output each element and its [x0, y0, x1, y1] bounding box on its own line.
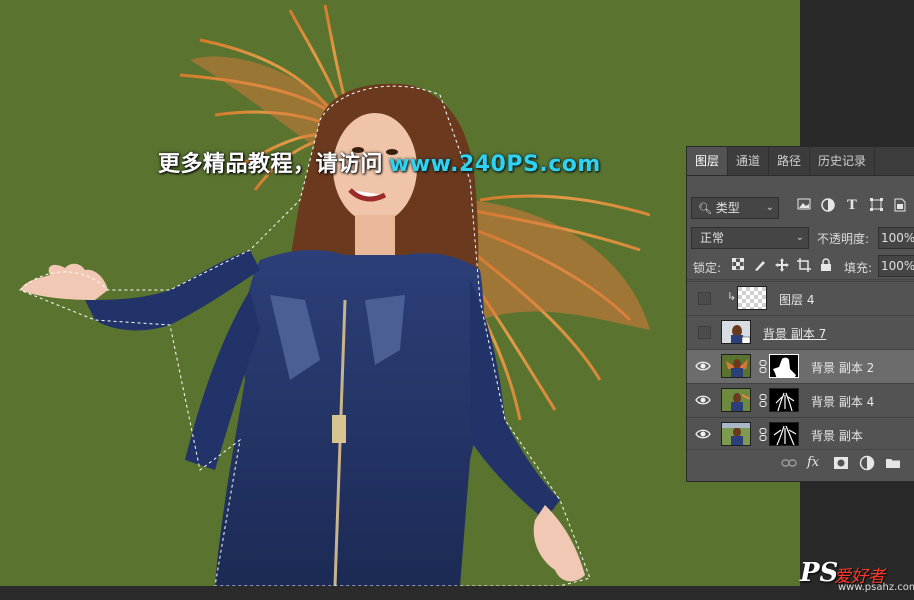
- search-icon: 🔍︎: [698, 202, 712, 215]
- visibility-toggle-off[interactable]: [698, 326, 711, 339]
- mask-link-icon[interactable]: [759, 360, 767, 373]
- layer-name: 背景 副本 7: [763, 327, 827, 341]
- document-canvas[interactable]: 更多精品教程，请访问 www.240PS.com: [0, 0, 800, 586]
- opacity-input[interactable]: 100%: [878, 227, 914, 249]
- layer-row[interactable]: 背景 副本 7: [687, 315, 914, 349]
- shape-filter-icon[interactable]: [869, 198, 883, 214]
- tab-paths[interactable]: 路径: [769, 147, 811, 175]
- adjustment-filter-icon[interactable]: [821, 198, 835, 214]
- visibility-toggle-off[interactable]: [698, 292, 711, 305]
- layers-panel-footer: fx: [687, 449, 914, 476]
- image-filter-icon[interactable]: [797, 198, 811, 214]
- layer-thumbnail: [721, 422, 751, 446]
- opacity-value: 100%: [881, 231, 914, 245]
- lock-transparent-pixels-icon[interactable]: [731, 257, 745, 274]
- watermark-url: www.240PS.com: [389, 152, 601, 177]
- tab-channels[interactable]: 通道: [728, 147, 770, 175]
- logo-url-text: www.psahz.com: [838, 582, 914, 593]
- layer-name: 背景 副本 2: [811, 361, 875, 375]
- layer-mask-thumbnail[interactable]: [769, 388, 799, 412]
- smart-object-filter-icon[interactable]: [893, 198, 907, 214]
- layer-mask-thumbnail[interactable]: [769, 354, 799, 378]
- blend-opacity-row: 正常 ⌄ 不透明度: 100%: [687, 225, 914, 251]
- fx-icon[interactable]: fx: [807, 455, 823, 471]
- panel-tabs: 图层 通道 路径 历史记录: [687, 147, 914, 176]
- lock-image-pixels-icon[interactable]: [753, 258, 767, 274]
- filter-type-label: 类型: [715, 201, 740, 215]
- layer-row-selected[interactable]: 背景 副本 2: [687, 349, 914, 383]
- layers-panel: 图层 通道 路径 历史记录 🔍︎ 类型 ⌄ T 正常 ⌄ 不透明度: 100% …: [686, 146, 914, 482]
- fill-input[interactable]: 100%: [878, 255, 914, 277]
- layer-filter-row: 🔍︎ 类型 ⌄ T: [687, 195, 914, 221]
- lock-position-icon[interactable]: [775, 258, 789, 274]
- group-folder-icon[interactable]: [885, 455, 901, 471]
- mask-link-icon[interactable]: [759, 428, 767, 441]
- layer-thumbnail: [721, 354, 751, 378]
- adjustment-icon[interactable]: [859, 455, 875, 471]
- fill-label: 填充:: [844, 261, 873, 275]
- eye-icon[interactable]: [695, 427, 711, 441]
- clipping-arrow-icon: ↳: [727, 290, 737, 303]
- eye-icon[interactable]: [695, 393, 711, 407]
- lock-fill-row: 锁定: 填充: 100%: [687, 253, 914, 280]
- opacity-label: 不透明度:: [817, 232, 870, 246]
- filter-type-select[interactable]: 🔍︎ 类型 ⌄: [691, 197, 779, 219]
- lock-all-icon[interactable]: [819, 258, 833, 274]
- layer-thumbnail: [721, 320, 751, 344]
- chevron-down-icon: ⌄: [795, 232, 804, 243]
- watermark-text: 更多精品教程，请访问 www.240PS.com: [158, 146, 601, 178]
- eye-icon[interactable]: [695, 359, 711, 373]
- layer-name: 图层 4: [779, 293, 815, 307]
- lock-artboard-icon[interactable]: [797, 258, 811, 274]
- type-filter-icon[interactable]: T: [845, 198, 859, 214]
- layer-mask-thumbnail[interactable]: [769, 422, 799, 446]
- add-mask-icon[interactable]: [833, 455, 849, 471]
- layer-name: 背景 副本 4: [811, 395, 875, 409]
- layer-name: 背景 副本: [811, 429, 863, 443]
- site-logo: PS 爱好者 www.psahz.com: [800, 558, 914, 594]
- fill-value: 100%: [881, 259, 914, 273]
- blend-mode-select[interactable]: 正常 ⌄: [691, 227, 809, 249]
- lock-label: 锁定:: [693, 261, 722, 275]
- tab-layers[interactable]: 图层: [687, 147, 729, 175]
- link-icon[interactable]: [781, 455, 797, 471]
- layer-row[interactable]: ↳ 图层 4: [687, 281, 914, 315]
- layer-row[interactable]: 背景 副本: [687, 417, 914, 451]
- layer-row[interactable]: 背景 副本 4: [687, 383, 914, 417]
- photo-woman-with-flowing-hair: [19, 4, 651, 586]
- blend-mode-value: 正常: [700, 231, 725, 245]
- layer-thumbnail: [737, 286, 767, 310]
- layer-thumbnail: [721, 388, 751, 412]
- mask-link-icon[interactable]: [759, 394, 767, 407]
- tab-history[interactable]: 历史记录: [810, 147, 876, 175]
- watermark-cn: 更多精品教程，请访问: [158, 152, 384, 177]
- logo-ps-text: PS: [800, 558, 839, 588]
- chevron-down-icon: ⌄: [765, 202, 774, 213]
- workspace-bottom-bar: [0, 586, 800, 600]
